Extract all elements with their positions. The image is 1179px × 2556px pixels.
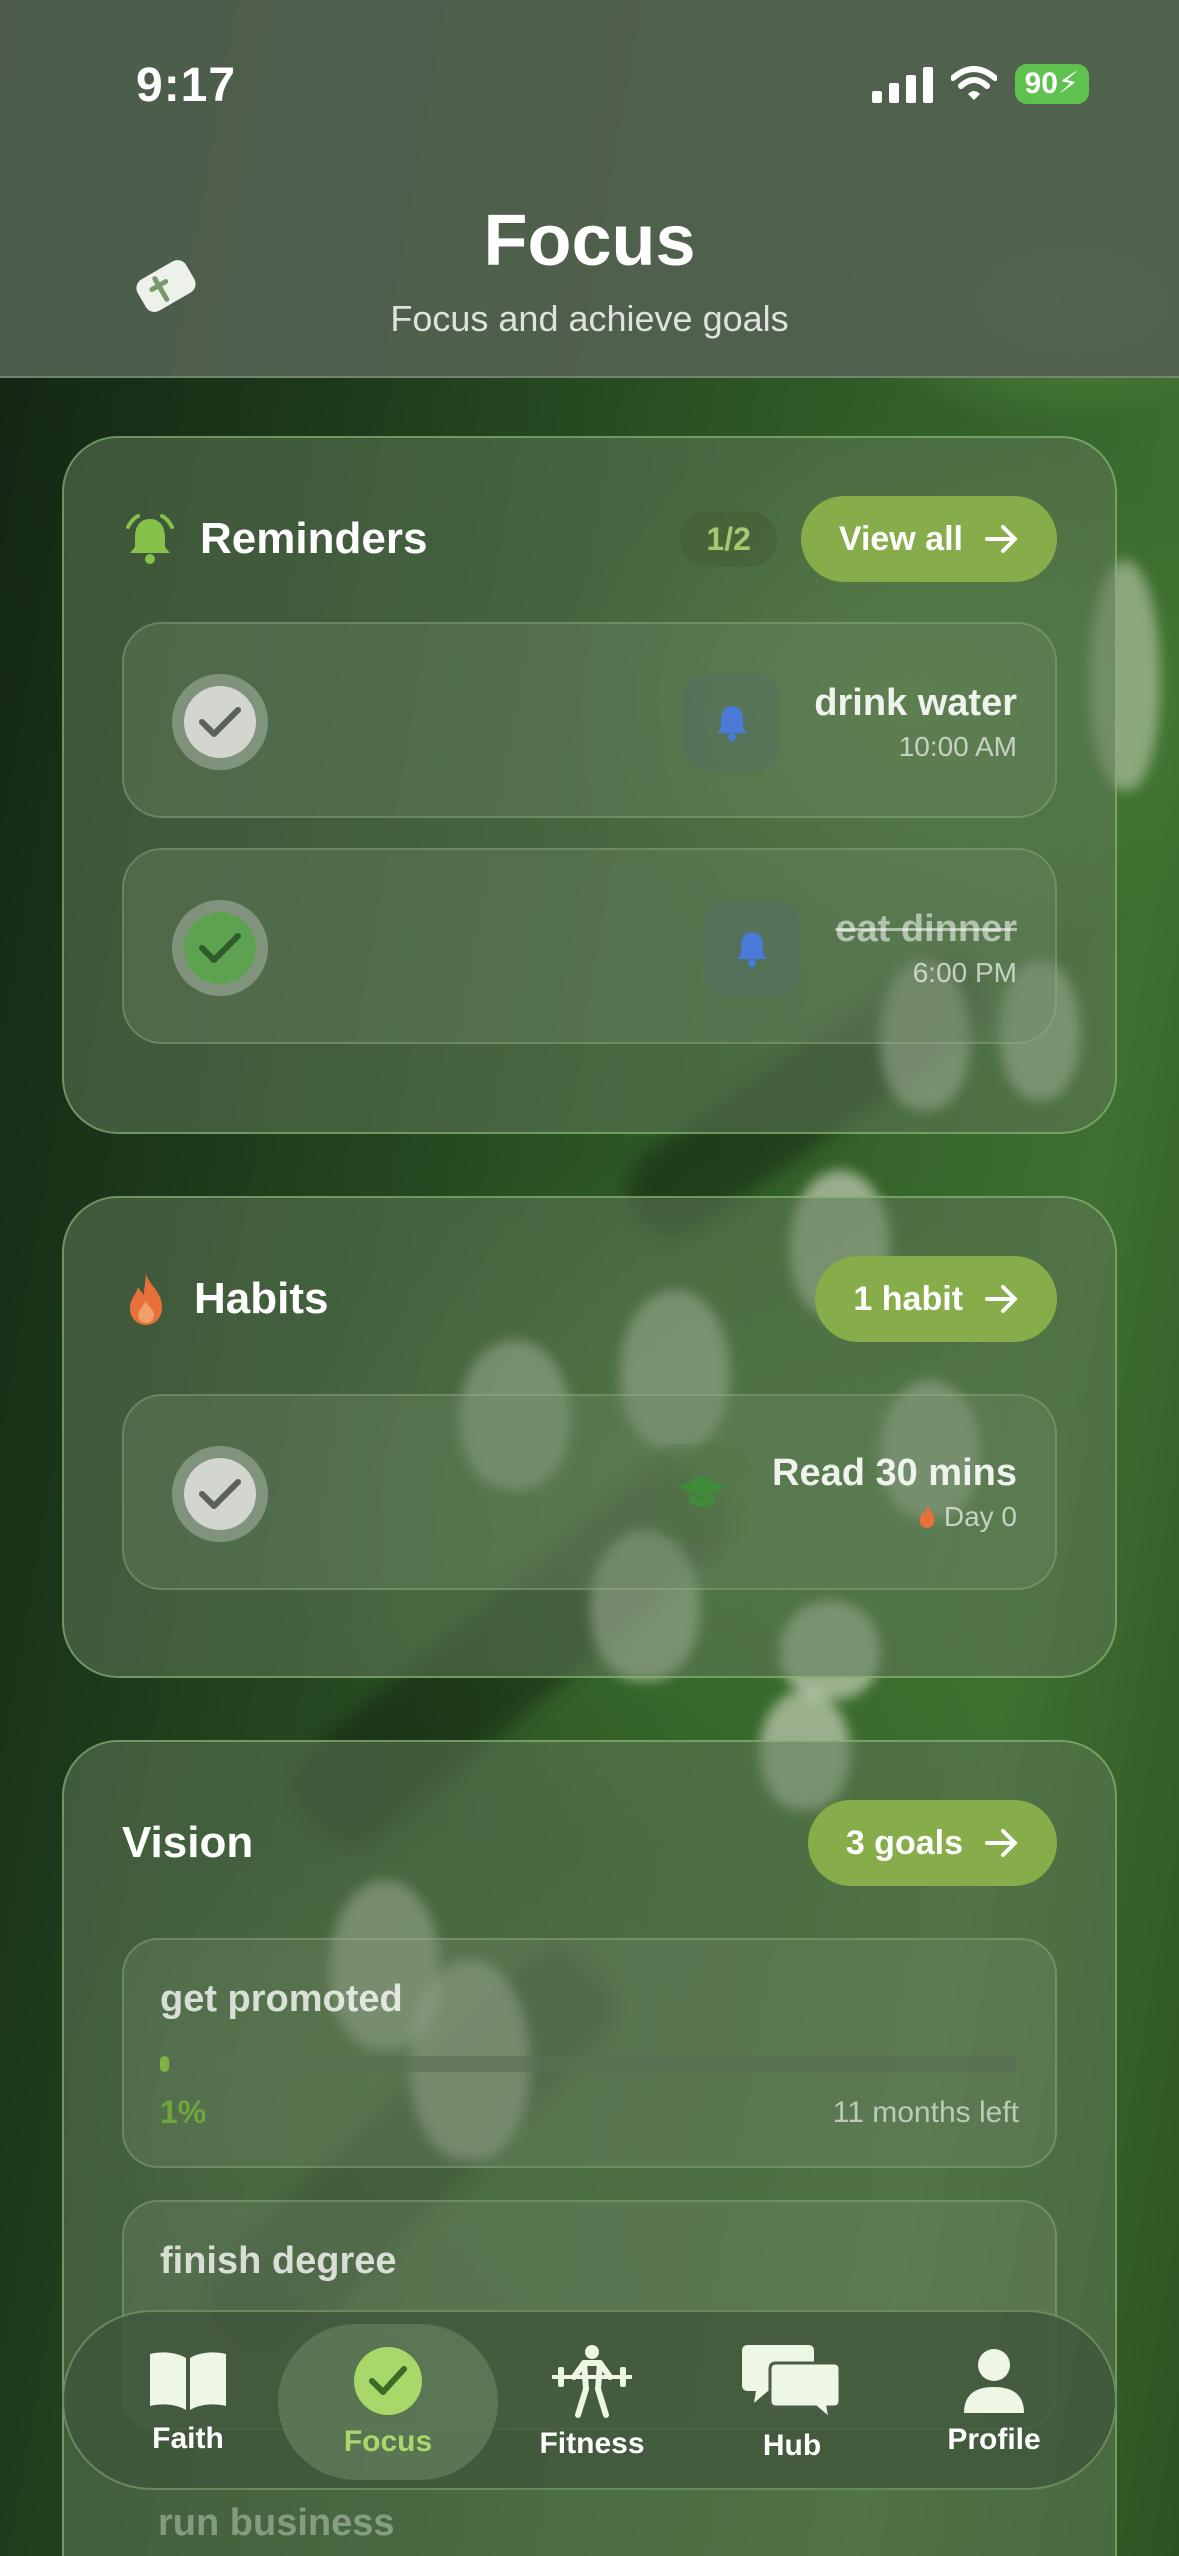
goals-count-button[interactable]: 3 goals	[807, 1800, 1057, 1886]
goal-percent: 1%	[160, 2094, 207, 2130]
flame-icon	[130, 1273, 162, 1325]
reminders-title: Reminders	[200, 514, 428, 563]
reminder-checkbox-done[interactable]	[172, 900, 268, 996]
tab-faith-label: Faith	[152, 2422, 224, 2455]
person-icon	[964, 2349, 1024, 2413]
status-indicators: 90⚡	[871, 64, 1089, 104]
tab-fitness[interactable]: Fitness	[482, 2324, 702, 2480]
arrow-right-icon	[985, 1285, 1017, 1313]
goals-button-label: 3 goals	[845, 1823, 963, 1862]
habits-count-button[interactable]: 1 habit	[815, 1256, 1057, 1342]
status-time: 9:17	[136, 59, 237, 112]
page-subtitle: Focus and achieve goals	[390, 298, 789, 339]
goal-progress-fill	[160, 2056, 169, 2072]
checkmark-icon	[199, 707, 241, 737]
reminder-title-completed: eat dinner	[835, 908, 1017, 950]
reminders-card: Reminders 1/2 View all drink water 10:00…	[62, 436, 1117, 1134]
tab-hub[interactable]: Hub	[682, 2324, 902, 2480]
reminder-bell-icon	[684, 674, 780, 770]
reminder-checkbox[interactable]	[172, 674, 268, 770]
habits-card: Habits 1 habit Read 30 mins Day 0	[62, 1196, 1117, 1678]
habits-button-label: 1 habit	[853, 1279, 963, 1318]
view-all-label: View all	[838, 519, 963, 558]
reminder-row[interactable]: drink water 10:00 AM	[122, 622, 1057, 818]
reminder-title: drink water	[814, 682, 1017, 724]
habits-header: Habits 1 habit	[122, 1256, 1057, 1342]
wifi-icon	[950, 66, 997, 100]
goal-time-left: 11 months left	[832, 2096, 1019, 2129]
reminder-time: 10:00 AM	[898, 731, 1017, 762]
reminder-time: 6:00 PM	[912, 957, 1017, 988]
reminders-count-badge: 1/2	[680, 511, 777, 567]
view-all-reminders-button[interactable]: View all	[800, 496, 1057, 582]
habit-title: Read 30 mins	[772, 1452, 1017, 1494]
tab-focus-label: Focus	[343, 2425, 433, 2458]
tab-profile-label: Profile	[947, 2423, 1041, 2456]
goal-progress-bar	[160, 2056, 1019, 2072]
weightlifter-icon	[552, 2345, 632, 2418]
alarm-bell-icon	[126, 514, 174, 564]
vision-header: Vision 3 goals	[122, 1800, 1057, 1886]
tab-focus[interactable]: Focus	[278, 2324, 498, 2480]
reminders-header: Reminders 1/2 View all	[122, 496, 1057, 582]
streak-flame-icon	[919, 1504, 935, 1528]
habits-title: Habits	[194, 1274, 329, 1323]
arrow-right-icon	[985, 1829, 1017, 1857]
cellular-signal-icon	[871, 65, 933, 103]
checkmark-icon	[199, 933, 241, 963]
habit-streak: Day 0	[772, 1501, 1017, 1533]
habit-streak-label: Day 0	[943, 1501, 1017, 1532]
battery-level: 90	[1024, 67, 1058, 100]
arrow-right-icon	[985, 525, 1017, 553]
habit-checkbox[interactable]	[172, 1446, 268, 1542]
page-title: Focus	[483, 201, 696, 281]
chat-bubbles-icon	[742, 2345, 842, 2421]
open-book-icon	[150, 2352, 226, 2410]
checkmark-icon	[199, 1479, 241, 1509]
goal-card[interactable]: get promoted 1% 11 months left	[122, 1938, 1057, 2168]
tab-hub-label: Hub	[762, 2429, 822, 2462]
graduation-cap-icon	[654, 1444, 750, 1540]
reminder-bell-icon	[704, 900, 800, 996]
vision-title: Vision	[122, 1818, 254, 1867]
bottom-tab-bar: Faith Focus Fitness Hub Profile	[62, 2310, 1117, 2490]
habit-row[interactable]: Read 30 mins Day 0	[122, 1394, 1057, 1590]
tab-profile[interactable]: Profile	[884, 2324, 1104, 2480]
battery-indicator: 90⚡	[1014, 64, 1089, 104]
check-circle-icon	[354, 2347, 422, 2415]
reminder-row[interactable]: eat dinner 6:00 PM	[122, 848, 1057, 1044]
charging-bolt-icon: ⚡	[1057, 67, 1079, 100]
tab-fitness-label: Fitness	[539, 2427, 645, 2460]
goal-name-partial: run business	[158, 2502, 395, 2544]
top-header: 9:17 90⚡ Focus Focus and achieve goals	[0, 0, 1179, 378]
goal-name: get promoted	[160, 1978, 403, 2020]
goal-name: finish degree	[160, 2240, 397, 2282]
tab-faith[interactable]: Faith	[78, 2324, 298, 2480]
